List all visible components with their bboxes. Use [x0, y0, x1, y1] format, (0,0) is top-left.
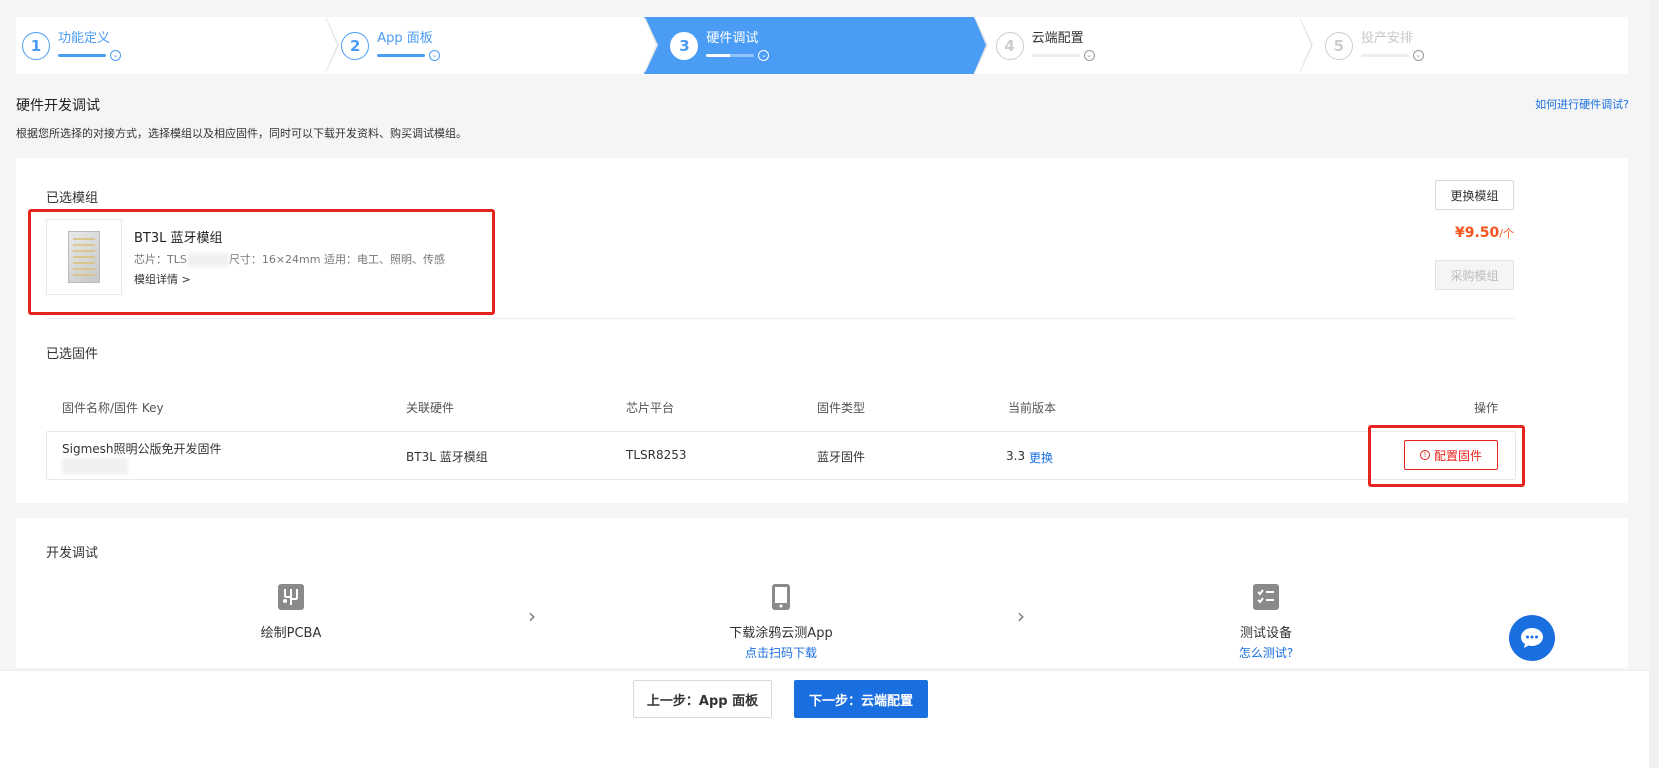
highlight-box: [28, 209, 495, 315]
scrollbar[interactable]: [1649, 0, 1659, 768]
module-price: ¥9.50/个: [1454, 225, 1514, 241]
column-header: 当前版本: [1008, 401, 1057, 415]
dev-step-label: 绘制PCBA: [260, 626, 322, 641]
column-header: 固件类型: [817, 401, 866, 415]
step-4[interactable]: 4 云端配置 ⌄: [973, 17, 1314, 74]
selected-firmware-label: 已选固件: [46, 347, 99, 362]
step-number: 1: [22, 31, 50, 60]
chat-icon[interactable]: [1509, 615, 1555, 661]
step-label: 功能定义: [58, 30, 111, 46]
step-label: 投产安排: [1360, 30, 1413, 46]
page-title: 硬件开发调试: [16, 98, 100, 114]
dev-step-label: 测试设备: [1239, 626, 1292, 641]
step-label: 云端配置: [1031, 30, 1084, 46]
chevron-right-icon: ›: [528, 604, 536, 628]
column-header: 关联硬件: [406, 401, 455, 415]
table-row: [46, 431, 1516, 480]
change-firmware-link[interactable]: 更换: [1029, 449, 1053, 466]
how-to-test-link[interactable]: 怎么测试?: [1239, 644, 1293, 661]
step-number: 2: [341, 31, 370, 60]
test-device-step[interactable]: 测试设备 怎么测试?: [1216, 584, 1316, 661]
step-label: 硬件调试: [706, 30, 759, 46]
step-label: App 面板: [377, 30, 433, 46]
progress-stepper: 1 功能定义 ⌄ 2 App 面板 ⌄ 3 硬件调试 ⌄ 4 云端配置 ⌄ 5 …: [16, 17, 1629, 74]
firmware-hardware: BT3L 蓝牙模组: [406, 450, 488, 464]
highlight-box: [1368, 425, 1525, 487]
step-number: 3: [670, 31, 699, 60]
step-2[interactable]: 2 App 面板 ⌄: [325, 17, 659, 74]
step-5[interactable]: 5 投产安排 ⌄: [1298, 17, 1629, 74]
column-header: 芯片平台: [626, 401, 675, 415]
dev-step-label: 下载涂鸦云测App: [729, 626, 833, 641]
change-module-button[interactable]: 更换模组: [1435, 180, 1514, 210]
page-description: 根据您所选择的对接方式，选择模组以及相应固件，同时可以下载开发资料、购买调试模组…: [16, 127, 467, 140]
prev-step-button[interactable]: 上一步：App 面板: [633, 680, 772, 718]
checklist-icon: [1253, 584, 1279, 610]
selected-module-label: 已选模组: [46, 191, 99, 206]
step-3[interactable]: 3 硬件调试 ⌄: [644, 17, 988, 74]
firmware-type: 蓝牙固件: [817, 450, 866, 464]
buy-module-button[interactable]: 采购模组: [1435, 260, 1514, 290]
chevron-down-icon[interactable]: ⌄: [1412, 49, 1424, 61]
step-number: 5: [1324, 31, 1353, 60]
help-link[interactable]: 如何进行硬件调试?: [1535, 96, 1629, 112]
column-header: 操作: [1474, 401, 1499, 415]
divider: [46, 318, 1516, 319]
firmware-version: 3.3: [1006, 449, 1026, 463]
circuit-board-icon: [278, 584, 304, 610]
download-app-step[interactable]: 下载涂鸦云测App 点击扫码下载: [706, 584, 856, 661]
column-header: 固件名称/固件 Key: [62, 401, 164, 415]
chevron-down-icon[interactable]: ⌄: [429, 49, 441, 61]
phone-icon: [772, 584, 790, 610]
chevron-down-icon[interactable]: ⌄: [758, 49, 770, 61]
chevron-right-icon: ›: [1017, 604, 1025, 628]
draw-pcba-step[interactable]: 绘制PCBA: [246, 584, 336, 641]
dev-debug-card: 开发调试 绘制PCBA › 下载涂鸦云测App 点击扫码下载 › 测试设备 怎么…: [16, 518, 1628, 668]
scan-download-link[interactable]: 点击扫码下载: [745, 644, 817, 661]
step-number: 4: [995, 31, 1024, 60]
module-firmware-card: 已选模组 更换模组 BT3L 蓝牙模组 芯片：TLS 尺寸：16×24mm 适用：…: [16, 158, 1628, 503]
firmware-name: Sigmesh照明公版免开发固件: [62, 442, 222, 456]
chevron-down-icon[interactable]: ⌄: [110, 49, 121, 61]
step-1[interactable]: 1 功能定义 ⌄: [16, 17, 340, 74]
chevron-down-icon[interactable]: ⌄: [1083, 49, 1095, 61]
next-step-button[interactable]: 下一步：云端配置: [794, 680, 928, 718]
dev-debug-label: 开发调试: [46, 546, 99, 561]
firmware-platform: TLSR8253: [626, 448, 687, 462]
